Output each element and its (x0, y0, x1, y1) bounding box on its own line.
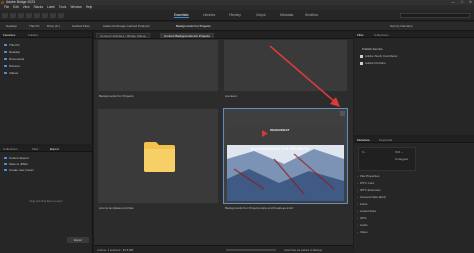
workspace-filmstrip[interactable]: Filmstrip (229, 13, 241, 17)
metadata-section[interactable]: › Video (357, 230, 368, 234)
crumb-cached-files[interactable]: Cached Files (72, 24, 90, 28)
tab-keywords[interactable]: Keywords (379, 138, 392, 142)
back-icon[interactable] (2, 13, 8, 18)
tab-favorites[interactable]: Favorites (3, 33, 15, 37)
tab-collections-right[interactable]: Collections (374, 33, 389, 37)
iso-readout: ISO -- (395, 150, 403, 154)
publish-tabs: Filter Collections (354, 32, 474, 38)
tab-metadata[interactable]: Metadata (357, 138, 370, 142)
toolbar: Essentials Libraries Filmstrip Output Me… (0, 10, 474, 21)
metadata-section[interactable]: › Fonts (357, 202, 368, 206)
desktop-icon (4, 50, 7, 54)
export-item-new[interactable]: Create new preset (4, 168, 34, 172)
publish-item-stock[interactable]: Adobe Stock Contributor (360, 54, 398, 58)
chevron-right-icon: › (357, 202, 358, 206)
camera-download-icon[interactable] (34, 13, 40, 18)
metadata-section[interactable]: › GPS (357, 216, 366, 220)
crumb-drive[interactable]: Drive (C:) (47, 24, 60, 28)
export-button[interactable]: Export (67, 237, 89, 243)
forward-icon[interactable] (10, 13, 16, 18)
crumb-this-pc[interactable]: This PC (29, 24, 40, 28)
export-hint: Drag and drop files to export (29, 200, 63, 203)
documents-icon (4, 57, 7, 61)
tab-export[interactable]: Export (50, 147, 59, 151)
favorites-panel: Favorites Folders This PC Desktop Docume… (0, 32, 93, 144)
open-in-camera-raw-icon[interactable] (50, 13, 56, 18)
output-icon[interactable] (58, 13, 64, 18)
chevron-right-icon: › (357, 209, 358, 213)
crumb-backgrounds[interactable]: Backgrounds For Projects (176, 24, 211, 28)
chevron-right-icon: › (357, 223, 358, 227)
recent-icon[interactable] (18, 13, 24, 18)
pictures-icon (4, 64, 7, 68)
thumbnail-size-slider[interactable] (226, 248, 276, 251)
color-profile-readout: Untagged (395, 157, 409, 161)
status-bar: 4 items, 1 selected - 84.8 MB Cast Files… (94, 245, 353, 253)
favorite-videos[interactable]: Videos (4, 71, 18, 75)
search-input[interactable] (400, 13, 470, 18)
stock-icon (360, 54, 363, 58)
export-preset-icon (4, 162, 7, 166)
favorite-pictures[interactable]: Pictures (4, 64, 20, 68)
favorite-desktop[interactable]: Desktop (4, 50, 20, 54)
chevron-right-icon: › (357, 230, 358, 234)
export-preset-icon (4, 156, 7, 160)
refine-icon[interactable] (42, 13, 48, 18)
crumb-exchange[interactable]: Adobe Exchange Cached Products (103, 24, 150, 28)
metadata-section[interactable]: › IPTC Extension (357, 188, 381, 192)
publish-item-portfolio[interactable]: Adobe Portfolio (360, 61, 386, 65)
favorite-this-pc[interactable]: This PC (4, 43, 20, 47)
sort-control[interactable]: Sort by Filename (390, 24, 413, 28)
export-item-custom[interactable]: Custom Export (4, 156, 29, 160)
annotation-arrow (269, 45, 340, 107)
computer-icon (4, 43, 7, 47)
favorite-documents[interactable]: Documents (4, 57, 24, 61)
export-panel: Collections Filter Export Custom Export … (0, 146, 93, 253)
metadata-section[interactable]: › File Properties (357, 174, 379, 178)
aperture-readout: f/-- (362, 150, 366, 154)
workspace-libraries[interactable]: Libraries (203, 13, 215, 17)
publish-header: Publish Service (362, 47, 383, 51)
workspace-workflow[interactable]: Workflow (305, 13, 318, 17)
export-tabs: Collections Filter Export (0, 146, 92, 152)
metadata-tabs: Metadata Keywords (354, 137, 474, 143)
metadata-section[interactable]: › Audio (357, 223, 368, 227)
boomerang-icon[interactable] (26, 13, 32, 18)
status-text: 4 items, 1 selected - 84.8 MB (97, 248, 134, 252)
tab-folders[interactable]: Folders (28, 33, 38, 37)
metadata-section[interactable]: › IPTC Core (357, 181, 374, 185)
chevron-right-icon: › (357, 181, 358, 185)
metadata-panel: Metadata Keywords f/-- ISO -- Untagged ›… (354, 137, 474, 253)
breadcrumb: Desktop This PC Drive (C:) Cached Files … (0, 22, 474, 31)
add-icon (4, 168, 7, 172)
publish-panel: Filter Collections Publish Service Adobe… (354, 32, 474, 135)
chevron-right-icon: › (357, 188, 358, 192)
status-right-text: Cast Files as Labels & Ratings (284, 248, 323, 252)
metadata-section[interactable]: › Linked Files (357, 209, 376, 213)
favorites-tabs: Favorites Folders (0, 32, 92, 38)
chevron-right-icon: › (357, 195, 358, 199)
videos-icon (4, 71, 7, 75)
workspace-essentials[interactable]: Essentials (174, 13, 189, 18)
content-panel: Content Unlimited + Bridge Videos Conten… (94, 32, 353, 245)
export-item-jpeg[interactable]: Save to JPEG (4, 162, 28, 166)
metadata-section[interactable]: › Camera Data (Exif) (357, 195, 386, 199)
chevron-right-icon: › (357, 174, 358, 178)
chevron-right-icon: › (357, 216, 358, 220)
metadata-placard: f/-- ISO -- Untagged (358, 147, 416, 171)
tab-collections[interactable]: Collections (3, 147, 18, 151)
crumb-desktop[interactable]: Desktop (6, 24, 17, 28)
tab-filter-right[interactable]: Filter (357, 33, 364, 37)
workspace-output[interactable]: Output (256, 13, 266, 17)
app-icon (1, 1, 4, 4)
tab-filter[interactable]: Filter (32, 147, 39, 151)
portfolio-icon (360, 61, 363, 65)
workspace-metadata[interactable]: Metadata (280, 13, 293, 17)
